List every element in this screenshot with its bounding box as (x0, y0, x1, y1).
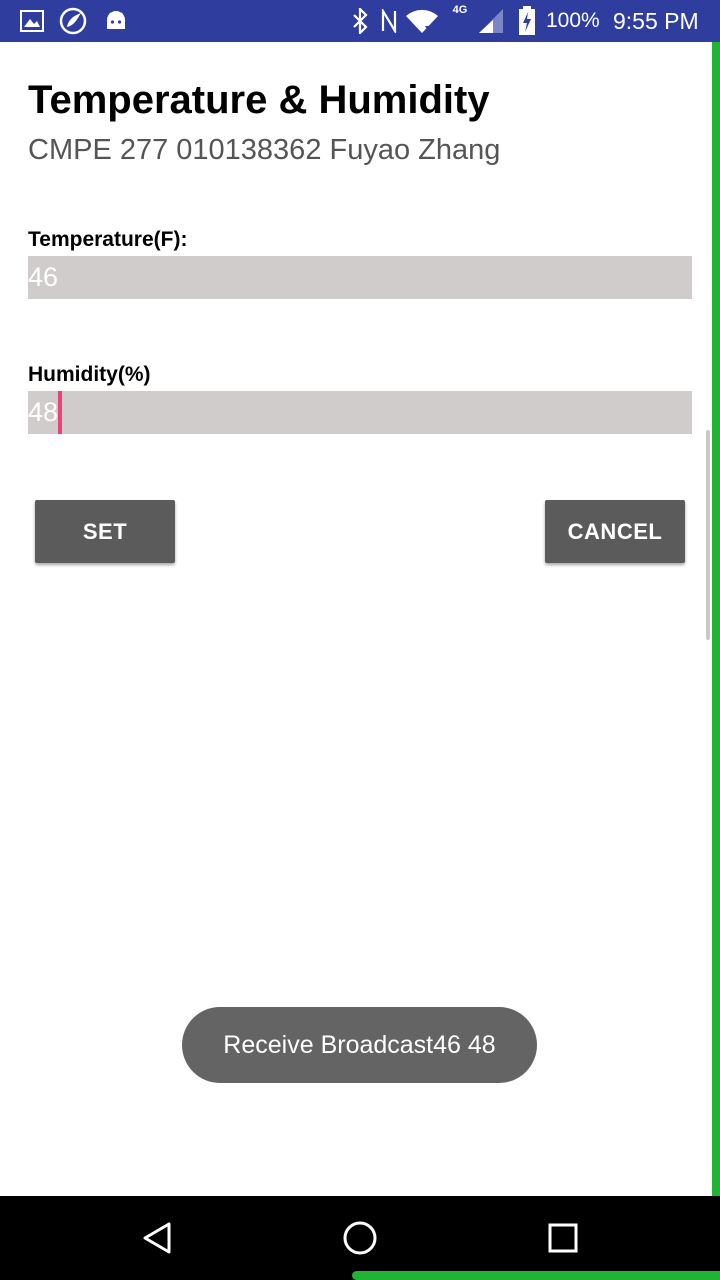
cancel-button[interactable]: CANCEL (545, 500, 685, 563)
app-screen: 4G 100% 9:55 PM Temperature & Humidity C… (0, 0, 720, 1280)
back-icon[interactable] (113, 1196, 203, 1280)
humidity-label: Humidity(%) (28, 363, 151, 386)
temperature-input[interactable]: 46 (28, 256, 692, 299)
status-bar: 4G 100% 9:55 PM (0, 0, 720, 42)
humidity-value: 48 (28, 397, 59, 427)
navigation-bar (0, 1196, 720, 1280)
network-type-label: 4G (452, 4, 468, 16)
signal-icon (476, 0, 506, 42)
text-cursor (58, 391, 63, 434)
image-icon (18, 0, 46, 42)
clock-time: 9:55 PM (613, 8, 699, 34)
scroll-indicator (706, 430, 710, 640)
page-subtitle: CMPE 277 010138362 Fuyao Zhang (28, 134, 501, 166)
app-notification-icon (58, 0, 88, 42)
home-icon[interactable] (315, 1196, 405, 1280)
android-icon (102, 0, 130, 42)
accent-edge-line (712, 42, 720, 1280)
toast-message: Receive Broadcast46 48 (182, 1007, 537, 1083)
bluetooth-icon (348, 0, 372, 42)
wifi-icon (404, 0, 440, 42)
temperature-value: 46 (28, 262, 59, 292)
nav-accent-line (352, 1271, 720, 1280)
battery-charging-icon (516, 0, 538, 42)
humidity-input[interactable]: 48 (28, 391, 692, 434)
temperature-label: Temperature(F): (28, 228, 188, 251)
nfc-icon (378, 0, 400, 42)
recents-icon[interactable] (518, 1196, 608, 1280)
battery-percent: 100% (546, 9, 600, 32)
set-button[interactable]: SET (35, 500, 175, 563)
page-title: Temperature & Humidity (28, 78, 490, 122)
